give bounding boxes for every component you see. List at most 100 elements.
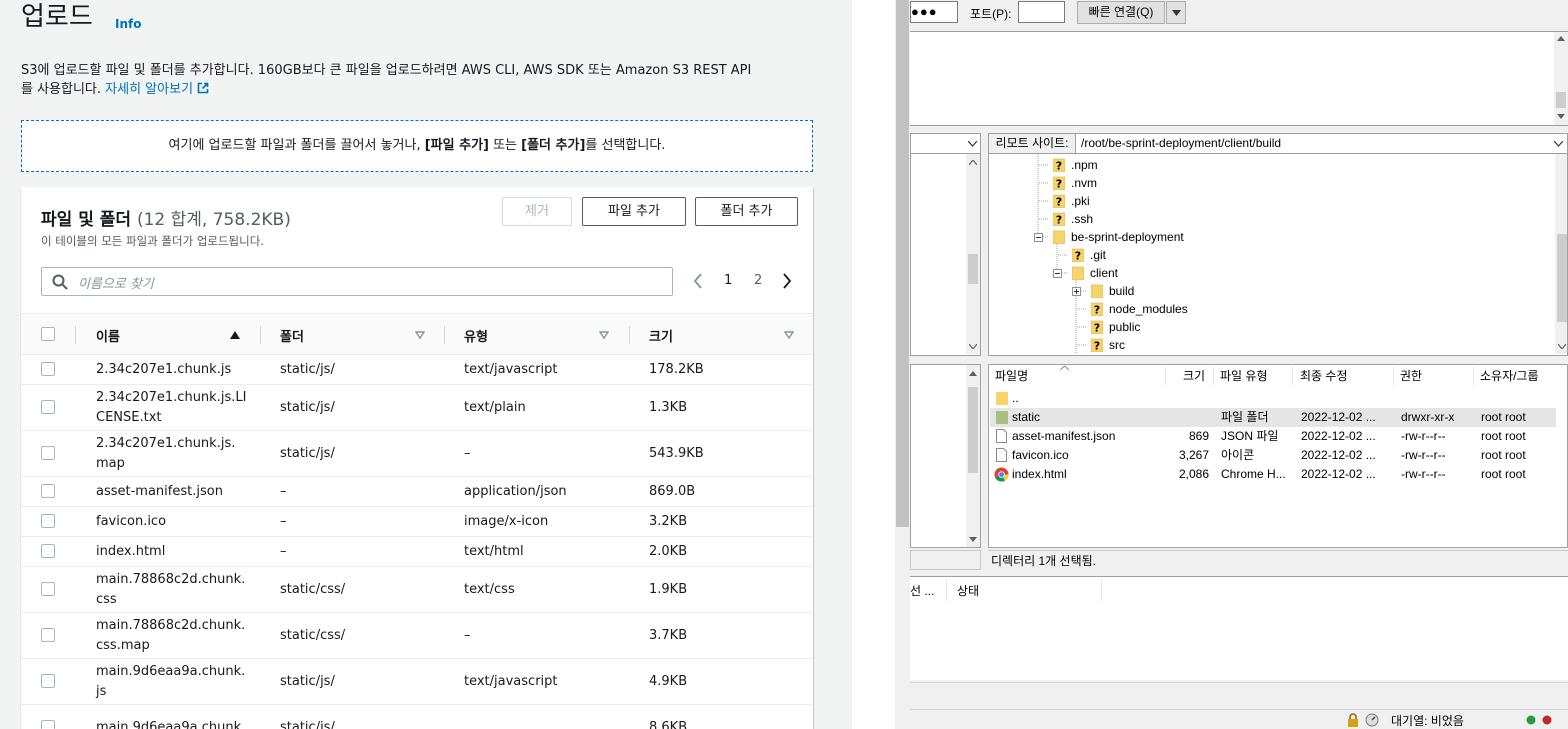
file-type: 아이콘 [1221, 448, 1255, 462]
speed-limit-icon[interactable] [1365, 713, 1379, 727]
sort-icon[interactable] [784, 331, 794, 339]
collapse-icon[interactable] [1034, 233, 1043, 242]
row-name: favicon.ico [96, 512, 246, 532]
list-column-size[interactable]: 크기 [1183, 365, 1205, 387]
list-column-permissions[interactable]: 권한 [1400, 365, 1422, 387]
remote-file-list[interactable]: 파일명 크기 파일 유형 최종 수정 권한 소유자/그룹 .. static 파일 … [988, 364, 1568, 548]
scrollbar-thumb[interactable] [968, 387, 978, 473]
row-checkbox[interactable] [41, 628, 55, 642]
local-path-combo[interactable] [910, 133, 981, 154]
row-checkbox[interactable] [41, 514, 55, 528]
scrollbar-thumb[interactable] [1557, 234, 1567, 322]
next-page-icon[interactable] [782, 273, 792, 289]
column-type[interactable]: 유형 [464, 326, 488, 345]
scroll-down-icon[interactable] [1557, 114, 1565, 119]
status-bar: 대기열: 비었음 [910, 709, 1568, 729]
tree-node-label: node_modules [1109, 302, 1188, 316]
table-row[interactable]: main.78868c2d.chunk. css static/css/text/c… [21, 567, 813, 613]
column-size[interactable]: 크기 [649, 326, 673, 345]
sort-icon[interactable] [599, 331, 609, 339]
table-row[interactable]: 2.34c207e1.chunk.js.LI CENSE.txt static/js… [21, 385, 813, 431]
sort-icon[interactable] [415, 331, 425, 339]
file-size: 869 [1188, 429, 1209, 443]
collapse-icon[interactable] [1053, 269, 1062, 278]
list-column-modified[interactable]: 최종 수정 [1300, 365, 1348, 387]
prev-page-icon[interactable] [693, 273, 703, 289]
info-link[interactable]: Info [115, 17, 141, 31]
list-item[interactable]: static 파일 폴더 2022-12-02 ... drwxr-xr-x root … [990, 408, 1556, 427]
table-row[interactable]: 2.34c207e1.chunk.js. map static/js/ – 543.9K… [21, 431, 813, 477]
page-2-button[interactable]: 2 [754, 273, 762, 288]
queue-column-status[interactable]: 상태 [957, 582, 979, 599]
port-input[interactable] [1018, 1, 1065, 23]
row-name-line1: 2.34c207e1.chunk.js [96, 362, 232, 377]
scrollbar-thumb[interactable] [1556, 92, 1566, 108]
table-row[interactable]: index.html – text/html 2.0KB [21, 537, 813, 567]
remote-path-combo[interactable]: /root/be-sprint-deployment/client/build [1076, 133, 1568, 154]
search-input[interactable]: 이름으로 찾기 [41, 267, 673, 296]
scrollbar-thumb[interactable] [968, 254, 978, 284]
row-checkbox[interactable] [41, 544, 55, 558]
row-checkbox[interactable] [41, 484, 55, 498]
file-permissions: drwxr-xr-x [1401, 410, 1455, 424]
queue-column-server[interactable]: 선 ... [910, 582, 934, 599]
password-input[interactable]: ●●● [910, 1, 958, 23]
remote-tree-scrollbar[interactable] [1555, 154, 1567, 354]
table-row[interactable]: main.9d6eaa9a.chunk. static/js/8.6KB [21, 705, 813, 729]
column-folder[interactable]: 폴더 [280, 326, 304, 345]
scroll-down-icon[interactable] [969, 344, 977, 349]
list-column-owner[interactable]: 소유자/그룹 [1480, 365, 1539, 387]
local-file-list[interactable] [910, 364, 981, 548]
row-checkbox[interactable] [41, 674, 55, 688]
page-scrollbar[interactable] [895, 0, 910, 729]
table-row[interactable]: main.9d6eaa9a.chunk. js static/js/text/jav… [21, 659, 813, 705]
list-item[interactable]: asset-manifest.json 869 JSON 파일 2022-12-02 … [990, 427, 1556, 446]
file-name: .. [1012, 391, 1019, 405]
file-modified: 2022-12-02 ... [1301, 448, 1376, 462]
scroll-up-icon[interactable] [969, 160, 977, 165]
table-row[interactable]: main.78868c2d.chunk. css.map static/css/ – 3… [21, 613, 813, 659]
local-list-scrollbar[interactable] [966, 365, 980, 547]
log-scrollbar[interactable] [1554, 32, 1568, 125]
remote-directory-tree[interactable]: ? .npm? .nvm? .pki? .ssh be-sprint-deployment… [988, 154, 1568, 356]
scrollbar-thumb[interactable] [896, 0, 909, 527]
list-item[interactable]: .. [990, 389, 1556, 408]
table-row[interactable]: 2.34c207e1.chunk.js static/js/text/javasc… [21, 355, 813, 385]
row-name-line1: asset-manifest.json [96, 484, 223, 499]
list-column-filename[interactable]: 파일명 [995, 365, 1028, 387]
scroll-up-icon[interactable] [969, 371, 977, 376]
row-name: 2.34c207e1.chunk.js. map [96, 434, 246, 474]
row-checkbox[interactable] [41, 362, 55, 376]
table-row[interactable]: asset-manifest.json – application/json 869.… [21, 477, 813, 507]
upload-dropzone[interactable]: 여기에 업로드할 파일과 폴더를 끌어서 놓거나, [파일 추가] 또는 [폴더… [21, 120, 813, 172]
row-checkbox[interactable] [41, 720, 55, 729]
list-column-type[interactable]: 파일 유형 [1220, 365, 1268, 387]
local-tree-scrollbar[interactable] [966, 154, 980, 354]
add-folder-button[interactable]: 폴더 추가 [695, 197, 798, 226]
sort-ascending-icon[interactable] [230, 331, 240, 339]
row-checkbox[interactable] [41, 446, 55, 460]
remove-button[interactable]: 제거 [502, 197, 572, 226]
list-item[interactable]: index.html 2,086 Chrome H... 2022-12-02 ...… [990, 465, 1556, 484]
list-item[interactable]: favicon.ico 3,267 아이콘 2022-12-02 ... -rw-r--… [990, 446, 1556, 465]
learn-more-link[interactable]: 자세히 알아보기 [105, 82, 209, 97]
scroll-up-icon[interactable] [1557, 36, 1565, 41]
scroll-down-icon[interactable] [1558, 344, 1566, 349]
table-row[interactable]: favicon.ico – image/x-icon 3.2KB [21, 507, 813, 537]
row-checkbox[interactable] [41, 400, 55, 414]
row-checkbox[interactable] [41, 582, 55, 596]
column-name[interactable]: 이름 [96, 326, 120, 345]
add-files-button[interactable]: 파일 추가 [582, 197, 686, 226]
page-1-button[interactable]: 1 [724, 273, 732, 288]
quickconnect-button[interactable]: 빠른 연결(Q) [1077, 1, 1165, 24]
panel-title: 파일 및 폴더 (12 합계, 758.2KB) [41, 205, 291, 230]
queue-scrollbar[interactable] [910, 682, 1568, 706]
quickconnect-dropdown[interactable] [1166, 1, 1186, 24]
scroll-down-icon[interactable] [969, 537, 977, 542]
expand-icon[interactable] [1072, 287, 1081, 296]
file-size: 3,267 [1178, 448, 1209, 462]
local-tree[interactable] [910, 154, 981, 356]
select-all-checkbox[interactable] [41, 327, 55, 341]
row-folder: static/css/ [280, 628, 346, 643]
panel-subtitle: 이 테이블의 모든 파일과 폴더가 업로드됩니다. [41, 234, 264, 248]
